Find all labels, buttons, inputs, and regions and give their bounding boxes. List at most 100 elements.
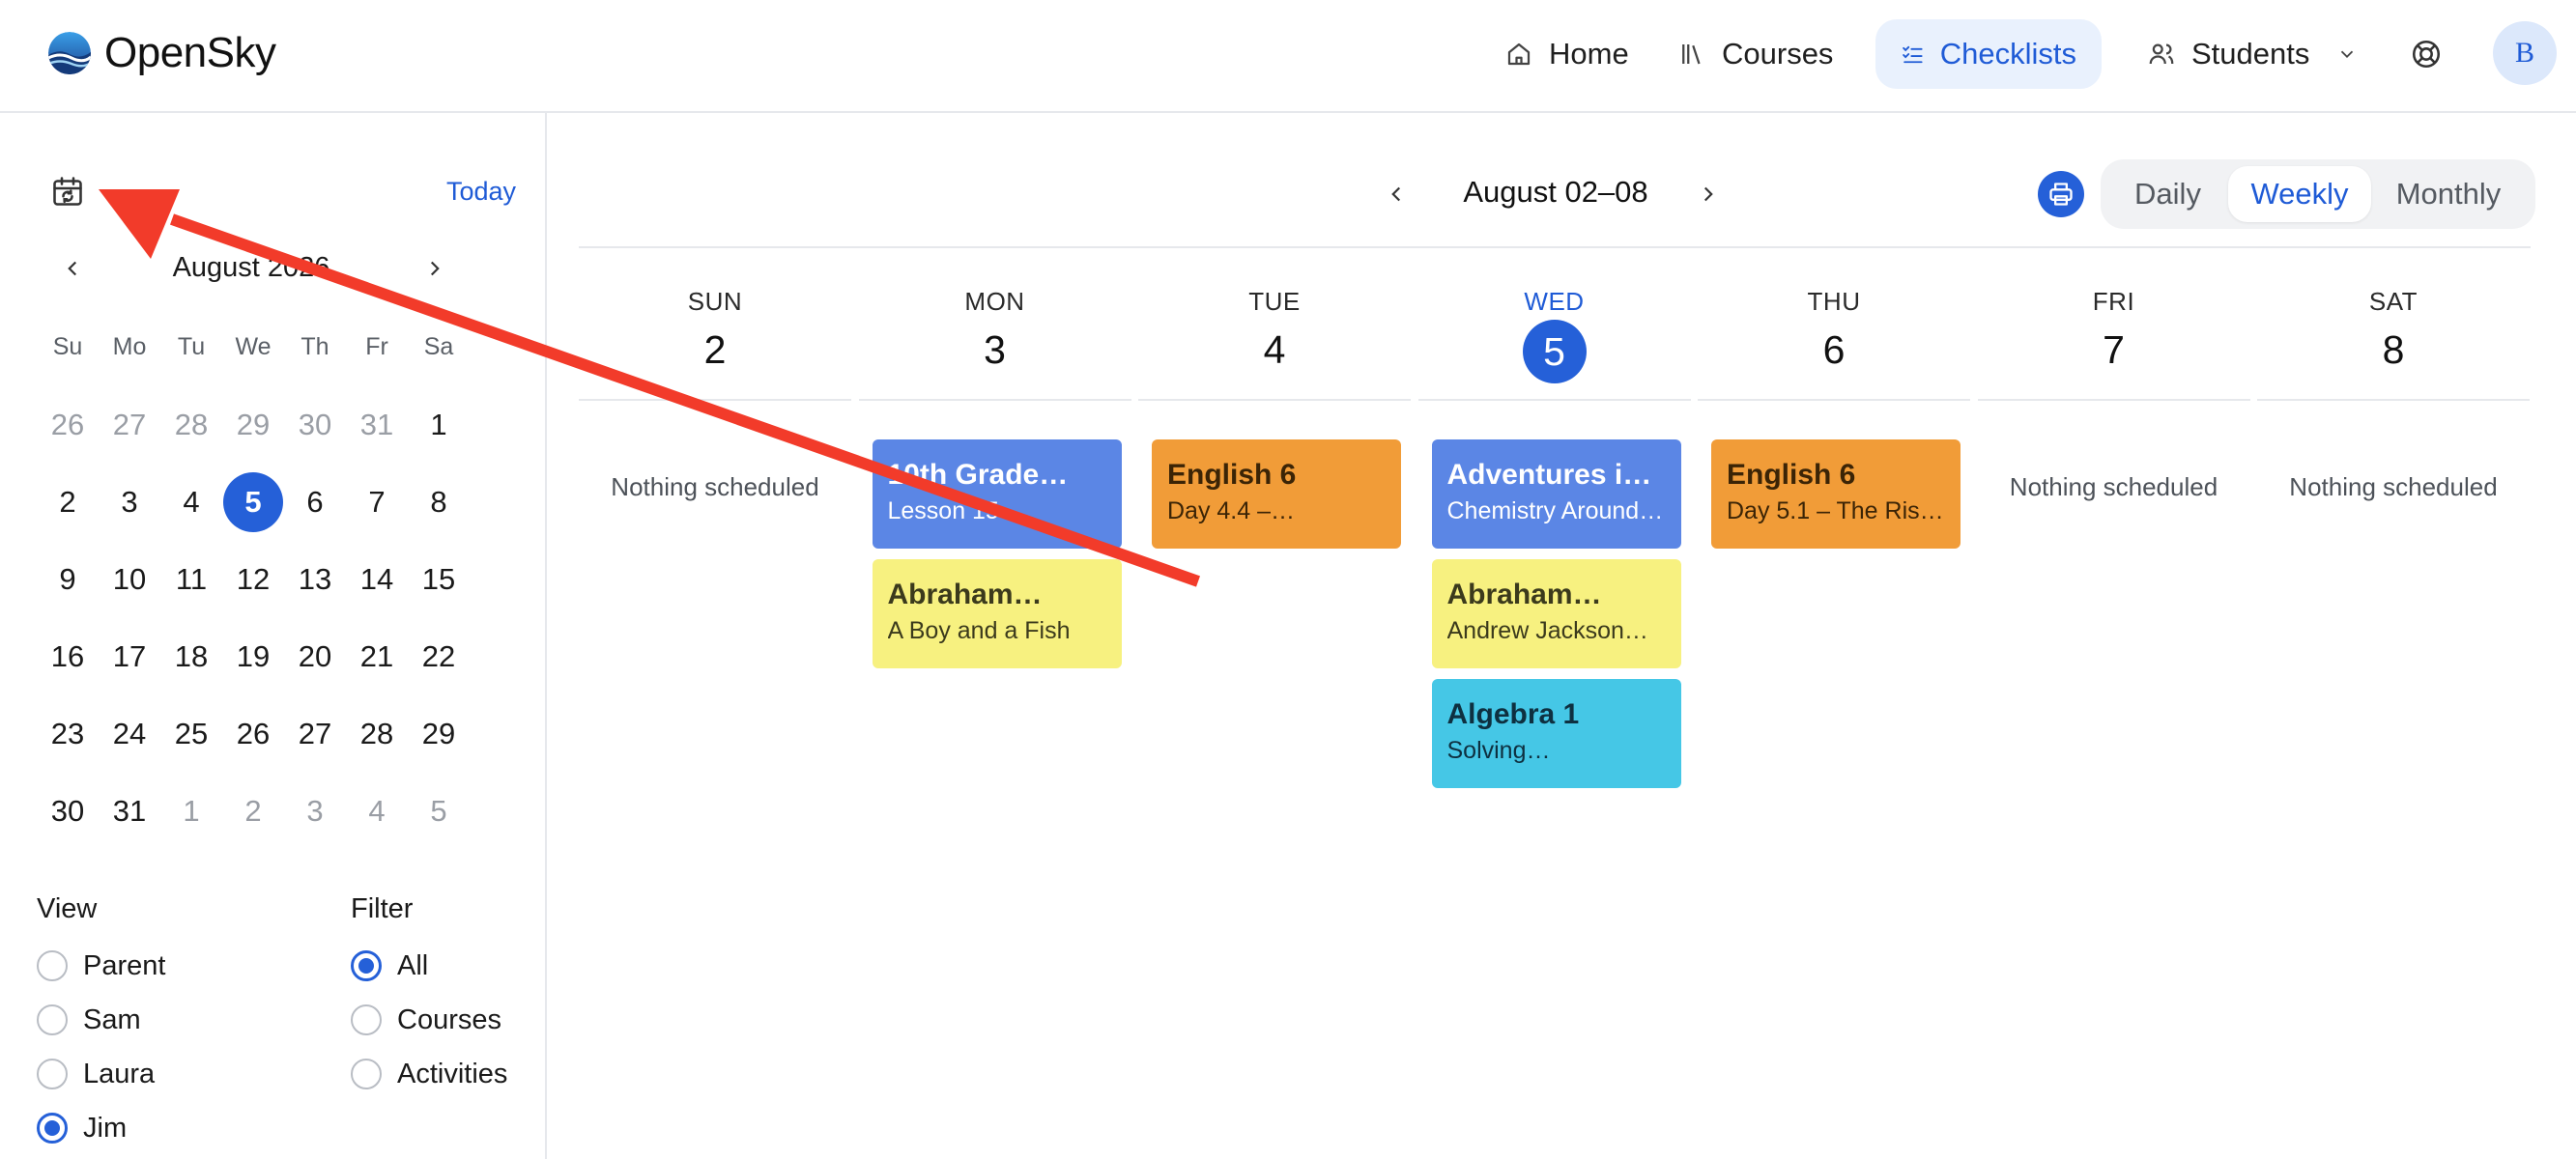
mini-day[interactable]: 22	[408, 618, 470, 695]
nav-students[interactable]: Students	[2122, 19, 2383, 89]
mini-prev-month-button[interactable]	[58, 249, 87, 288]
view-option-sam[interactable]: Sam	[37, 993, 165, 1047]
prev-week-button[interactable]	[1382, 175, 1411, 213]
day-header[interactable]: TUE 4	[1138, 287, 1411, 401]
filter-option-courses[interactable]: Courses	[351, 993, 507, 1047]
mini-day[interactable]: 10	[99, 541, 160, 618]
day-header[interactable]: FRI 7	[1977, 287, 2250, 401]
mini-day[interactable]: 27	[99, 386, 160, 464]
top-bar: OpenSky Home Courses Checklists Students	[0, 0, 2576, 113]
event-card[interactable]: Adventures in… Chemistry Around…	[1431, 439, 1681, 549]
mini-day[interactable]: 2	[37, 464, 99, 541]
radio-unchecked[interactable]	[351, 1004, 382, 1035]
event-title: Abraham…	[1446, 579, 1602, 610]
view-option-jim[interactable]: Jim	[37, 1101, 165, 1155]
event-card[interactable]: 10th Grade… Lesson 15	[872, 439, 1122, 549]
mini-day[interactable]: 2	[222, 773, 284, 850]
mini-day[interactable]: 5	[408, 773, 470, 850]
mini-day[interactable]: 12	[222, 541, 284, 618]
mini-day[interactable]: 28	[346, 695, 408, 773]
next-week-button[interactable]	[1694, 175, 1723, 213]
view-option-parent[interactable]: Parent	[37, 939, 165, 993]
mini-day-number: 27	[112, 408, 147, 441]
view-weekly-button[interactable]: Weekly	[2228, 166, 2371, 222]
radio-unchecked[interactable]	[37, 950, 68, 981]
mini-day[interactable]: 24	[99, 695, 160, 773]
mini-day[interactable]: 14	[346, 541, 408, 618]
event-card[interactable]: English 6 Day 5.1 – The Rise …	[1711, 439, 1961, 549]
mini-day[interactable]: 3	[99, 464, 160, 541]
radio-unchecked[interactable]	[351, 1059, 382, 1089]
avatar[interactable]: B	[2493, 21, 2557, 85]
day-header[interactable]: SAT 8	[2257, 287, 2530, 401]
mini-day[interactable]: 28	[160, 386, 222, 464]
chevron-left-icon	[68, 261, 77, 276]
event-list: English 6 Day 5.1 – The Rise …	[1698, 401, 1970, 549]
filter-option-activities[interactable]: Activities	[351, 1047, 507, 1101]
calendar-sync-icon[interactable]	[50, 174, 85, 209]
mini-day[interactable]: 15	[408, 541, 470, 618]
mini-day[interactable]: 11	[160, 541, 222, 618]
mini-day[interactable]: 6	[284, 464, 346, 541]
mini-day[interactable]: 31	[99, 773, 160, 850]
mini-day-selected[interactable]: 5	[222, 464, 284, 541]
mini-day[interactable]: 9	[37, 541, 99, 618]
mini-day[interactable]: 26	[37, 386, 99, 464]
mini-day[interactable]: 8	[408, 464, 470, 541]
event-card[interactable]: Algebra 1 Solving…	[1431, 679, 1681, 788]
help-button[interactable]	[2406, 34, 2447, 74]
mini-day[interactable]: 29	[222, 386, 284, 464]
mini-day[interactable]: 30	[284, 386, 346, 464]
mini-day[interactable]: 1	[408, 386, 470, 464]
mini-day-number: 15	[421, 562, 456, 596]
day-header[interactable]: WED 5	[1417, 287, 1691, 401]
mini-day[interactable]: 18	[160, 618, 222, 695]
mini-day[interactable]: 4	[346, 773, 408, 850]
radio-unchecked[interactable]	[37, 1059, 68, 1089]
mini-day[interactable]: 13	[284, 541, 346, 618]
mini-day[interactable]: 27	[284, 695, 346, 773]
view-daily-button[interactable]: Daily	[2107, 166, 2228, 222]
mini-day[interactable]: 16	[37, 618, 99, 695]
filter-option-all[interactable]: All	[351, 939, 507, 993]
mini-next-month-button[interactable]	[420, 249, 449, 288]
mini-day[interactable]: 25	[160, 695, 222, 773]
day-header[interactable]: THU 6	[1698, 287, 1970, 401]
day-of-week-label: THU	[1807, 287, 1861, 316]
mini-day-number: 9	[59, 562, 76, 596]
nav-checklists[interactable]: Checklists	[1875, 19, 2102, 89]
day-of-week-label: FRI	[2092, 287, 2135, 316]
mini-day[interactable]: 30	[37, 773, 99, 850]
nav-courses[interactable]: Courses	[1652, 19, 1858, 89]
mini-day[interactable]: 1	[160, 773, 222, 850]
nav-home[interactable]: Home	[1479, 19, 1654, 89]
view-monthly-button[interactable]: Monthly	[2371, 166, 2526, 222]
mini-day[interactable]: 26	[222, 695, 284, 773]
day-column-mon: MON 3 10th Grade… Lesson 15 Abraham… A Boy an…	[858, 287, 1131, 679]
event-card[interactable]: English 6 Day 4.4 –…	[1152, 439, 1401, 549]
mini-day[interactable]: 20	[284, 618, 346, 695]
day-header[interactable]: SUN 2	[579, 287, 851, 401]
mini-day[interactable]: 21	[346, 618, 408, 695]
day-header[interactable]: MON 3	[858, 287, 1131, 401]
today-link[interactable]: Today	[446, 177, 516, 207]
view-option-laura[interactable]: Laura	[37, 1047, 165, 1101]
radio-checked[interactable]	[351, 950, 382, 981]
mini-day[interactable]: 7	[346, 464, 408, 541]
radio-label: Activities	[397, 1058, 508, 1089]
mini-day[interactable]: 19	[222, 618, 284, 695]
radio-unchecked[interactable]	[37, 1004, 68, 1035]
mini-day[interactable]: 29	[408, 695, 470, 773]
print-button[interactable]	[2038, 171, 2084, 217]
view-mode-toggle: Daily Weekly Monthly	[2101, 159, 2535, 229]
mini-day[interactable]: 17	[99, 618, 160, 695]
event-card[interactable]: Abraham… A Boy and a Fish	[872, 559, 1122, 668]
mini-day[interactable]: 23	[37, 695, 99, 773]
day-column-sun: SUN 2 Nothing scheduled	[579, 287, 851, 502]
mini-day[interactable]: 4	[160, 464, 222, 541]
mini-day[interactable]: 3	[284, 773, 346, 850]
radio-checked[interactable]	[37, 1113, 68, 1144]
brand[interactable]: OpenSky	[48, 29, 276, 77]
event-card[interactable]: Abraham… Andrew Jackson…	[1431, 559, 1681, 668]
mini-day[interactable]: 31	[346, 386, 408, 464]
